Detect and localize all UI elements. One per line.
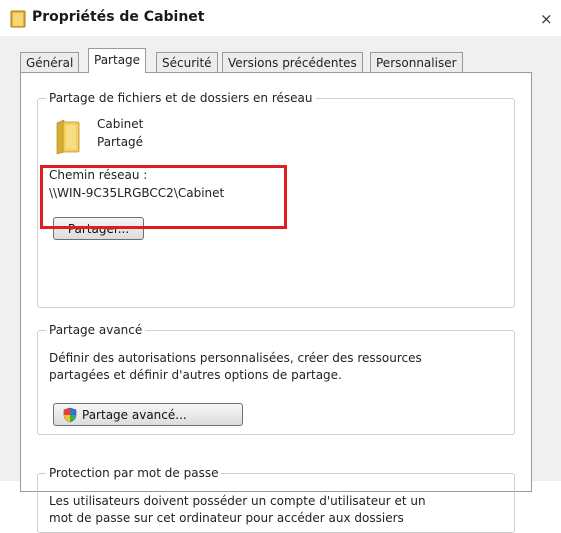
uac-shield-icon xyxy=(63,407,77,423)
password-protection-legend: Protection par mot de passe xyxy=(46,466,222,481)
advanced-sharing-button-label: Partage avancé... xyxy=(82,407,187,422)
network-path-label: Chemin réseau : xyxy=(49,168,148,182)
folder-name: Cabinet xyxy=(97,117,144,131)
advanced-sharing-description-line1: Définir des autorisations personnalisées… xyxy=(49,351,422,365)
sharing-panel: Partage de fichiers et de dossiers en ré… xyxy=(20,72,532,533)
advanced-sharing-description-line2: partagées et définir d'autres options de… xyxy=(49,368,342,382)
tab-partage[interactable]: Partage xyxy=(88,48,147,73)
password-protection-description-line2: mot de passe sur cet ordinateur pour acc… xyxy=(49,511,404,525)
title-bar: Propriétés de Cabinet × xyxy=(0,0,561,36)
advanced-sharing-button[interactable]: Partage avancé... xyxy=(53,403,243,426)
tab-personnaliser[interactable]: Personnaliser xyxy=(370,52,463,72)
folder-icon xyxy=(10,10,26,28)
window-title: Propriétés de Cabinet xyxy=(32,9,205,25)
tab-versions-precedentes[interactable]: Versions précédentes xyxy=(222,52,363,72)
dialog-body: Général Partage Sécurité Versions précéd… xyxy=(0,36,561,533)
share-button[interactable]: Partager... xyxy=(53,217,144,240)
folder-icon xyxy=(54,119,82,155)
tab-general[interactable]: Général xyxy=(20,52,80,72)
tab-securite[interactable]: Sécurité xyxy=(156,52,218,72)
password-protection-group: Protection par mot de passe Les utilisat… xyxy=(37,466,515,533)
tab-strip: Général Partage Sécurité Versions précéd… xyxy=(20,48,540,73)
password-protection-description-line1: Les utilisateurs doivent posséder un com… xyxy=(49,494,426,508)
network-path-value: \\WIN-9C35LRGBCC2\Cabinet xyxy=(49,186,225,200)
close-button[interactable]: × xyxy=(540,10,560,28)
network-sharing-group: Partage de fichiers et de dossiers en ré… xyxy=(37,91,515,308)
advanced-sharing-legend: Partage avancé xyxy=(46,323,146,338)
advanced-sharing-group: Partage avancé Définir des autorisations… xyxy=(37,323,515,435)
folder-status: Partagé xyxy=(97,135,144,149)
network-sharing-legend: Partage de fichiers et de dossiers en ré… xyxy=(46,91,316,106)
